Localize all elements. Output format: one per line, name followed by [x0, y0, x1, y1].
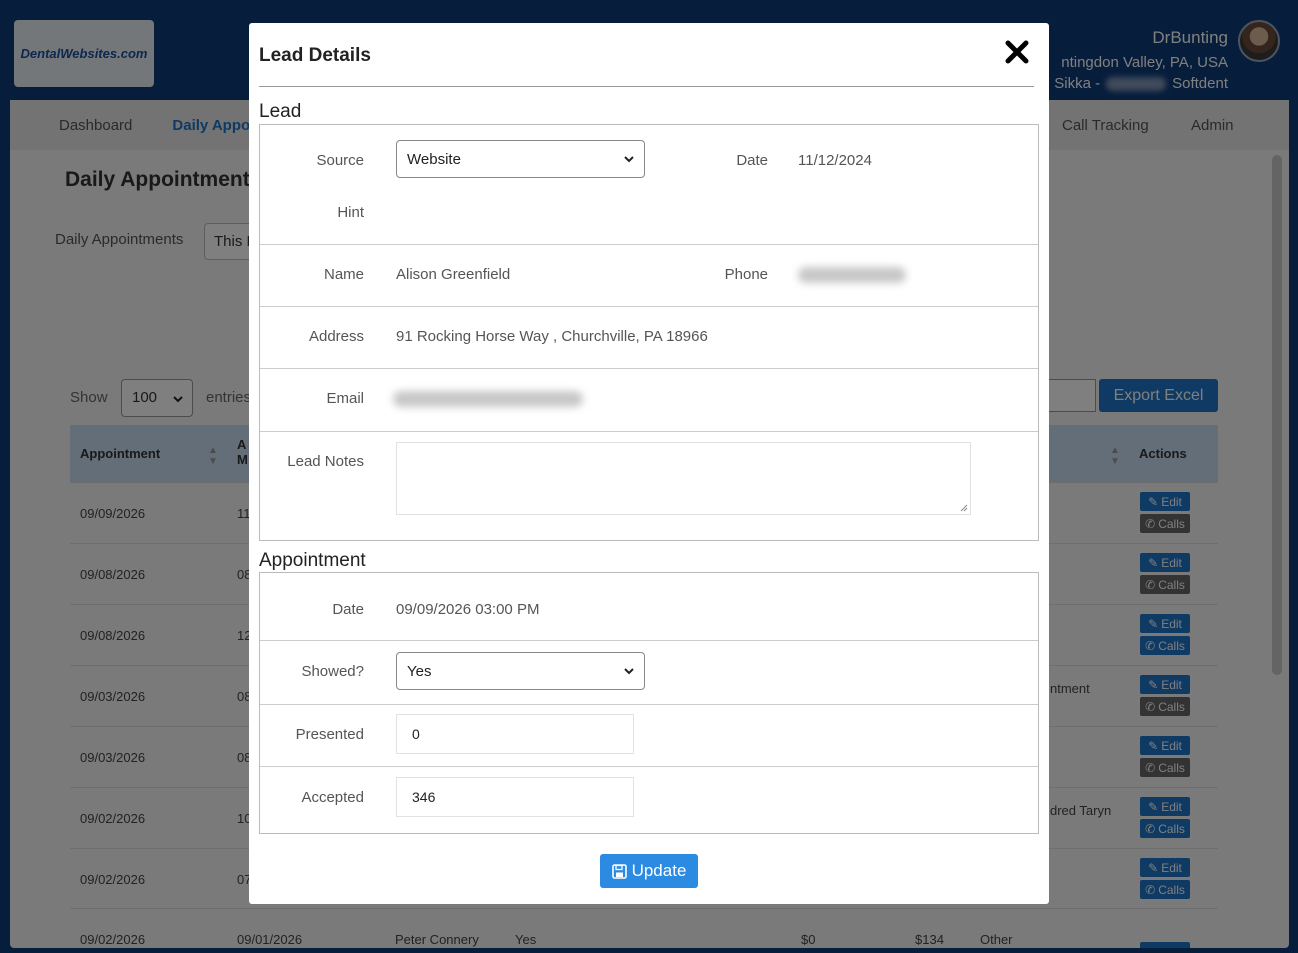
- email-label: Email: [326, 390, 364, 407]
- lead-row-notes: Lead Notes: [260, 431, 1038, 540]
- lead-details-modal: Lead Details Lead Source Website Date 11…: [249, 23, 1049, 904]
- appt-date-value: 09/09/2026 03:00 PM: [396, 601, 540, 618]
- hint-label: Hint: [337, 204, 364, 221]
- showed-label: Showed?: [301, 663, 364, 680]
- lead-row-name: Name Alison Greenfield Phone: [260, 244, 1038, 306]
- appt-row-date: Date 09/09/2026 03:00 PM: [260, 573, 1038, 640]
- lead-notes-textarea[interactable]: [396, 442, 971, 515]
- phone-label: Phone: [724, 266, 768, 283]
- lead-date-label: Date: [736, 152, 768, 169]
- update-button[interactable]: Update: [600, 854, 698, 888]
- chevron-down-icon: [624, 668, 634, 675]
- appt-row-showed: Showed? Yes: [260, 640, 1038, 704]
- showed-select[interactable]: Yes: [396, 652, 645, 690]
- appt-date-label: Date: [332, 601, 364, 618]
- name-value: Alison Greenfield: [396, 266, 511, 283]
- address-label: Address: [308, 328, 364, 345]
- lead-row-address: Address 91 Rocking Horse Way , Churchvil…: [260, 306, 1038, 368]
- lead-section-title: Lead: [259, 101, 302, 122]
- notes-label: Lead Notes: [287, 453, 364, 470]
- appointment-panel: Date 09/09/2026 03:00 PM Showed? Yes Pre…: [259, 572, 1039, 834]
- presented-input[interactable]: 0: [396, 714, 634, 754]
- appt-row-accepted: Accepted 346: [260, 766, 1038, 833]
- update-button-label: Update: [631, 861, 687, 880]
- lead-row-source: Source Website Date 11/12/2024 Hint: [260, 125, 1038, 244]
- lead-date-value: 11/12/2024: [798, 152, 872, 169]
- modal-title: Lead Details: [259, 45, 371, 66]
- resize-handle-icon[interactable]: [960, 504, 968, 512]
- divider: [259, 86, 1034, 87]
- lead-panel: Source Website Date 11/12/2024 Hint Name…: [259, 124, 1039, 541]
- accepted-label: Accepted: [301, 789, 364, 806]
- source-select[interactable]: Website: [396, 140, 645, 178]
- lead-row-email: Email: [260, 368, 1038, 431]
- source-select-value: Website: [407, 150, 461, 168]
- source-label: Source: [316, 152, 364, 169]
- appointment-section-title: Appointment: [259, 550, 366, 571]
- name-label: Name: [323, 266, 364, 283]
- presented-label: Presented: [295, 726, 364, 743]
- chevron-down-icon: [624, 156, 634, 163]
- save-icon: [611, 863, 627, 879]
- address-value: 91 Rocking Horse Way , Churchville, PA 1…: [396, 328, 708, 345]
- close-icon[interactable]: [1003, 38, 1031, 66]
- phone-redacted: [798, 267, 906, 283]
- accepted-input[interactable]: 346: [396, 777, 634, 817]
- appt-row-presented: Presented 0: [260, 704, 1038, 766]
- email-redacted: [393, 391, 583, 407]
- showed-select-value: Yes: [407, 662, 432, 680]
